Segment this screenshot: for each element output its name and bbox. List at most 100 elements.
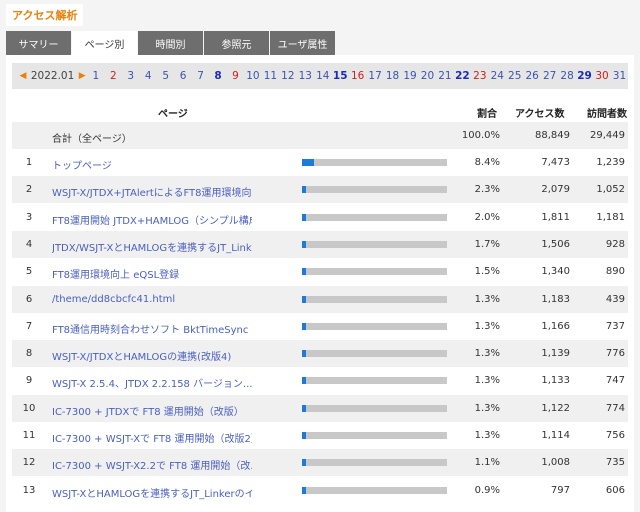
tab-by-page[interactable]: ページ別 — [72, 31, 137, 55]
row-visitors: 439 — [605, 293, 625, 305]
ratio-bar-fill — [302, 432, 307, 439]
ratio-bar — [302, 268, 447, 276]
row-visitors: 1,052 — [596, 184, 625, 196]
day-link-15[interactable]: 15 — [331, 70, 348, 82]
ratio-bar-fill — [302, 486, 307, 494]
tab-summary[interactable]: サマリー — [6, 31, 71, 55]
day-link-2[interactable]: 2 — [105, 70, 122, 82]
day-link-9[interactable]: 9 — [227, 70, 244, 82]
day-link-22[interactable]: 22 — [454, 70, 471, 82]
day-selector: ◀ 2022.01 ▶ 1 2 3 4 5 6 7 8 9 10 11 12 13 14 15 16 17 18 1… — [12, 63, 628, 89]
page-link[interactable]: IC-7300 + WSJT-Xで FT8 運用開始（改版2） — [52, 430, 252, 445]
day-link-27[interactable]: 27 — [541, 70, 558, 82]
row-visitors: 737 — [605, 320, 625, 332]
day-link-30[interactable]: 30 — [593, 70, 610, 82]
day-link-3[interactable]: 3 — [122, 70, 139, 82]
page-link[interactable]: IC-7300 + WSJT-X2.2で FT8 運用開始（改... — [52, 457, 252, 472]
row-ratio: 1.3% — [474, 320, 500, 332]
row-rank: 1 — [25, 157, 33, 168]
day-link-10[interactable]: 10 — [244, 70, 261, 82]
row-visitors: 735 — [605, 457, 625, 469]
row-access: 1,139 — [541, 348, 570, 360]
day-link-16[interactable]: 16 — [349, 70, 366, 82]
prev-month-arrow-icon[interactable]: ◀ — [18, 71, 28, 81]
ratio-bar-fill — [302, 186, 307, 194]
table-row: 12 IC-7300 + WSJT-X2.2で FT8 運用開始（改... 1.1%… — [12, 449, 628, 477]
day-link-20[interactable]: 20 — [419, 70, 436, 82]
page-link[interactable]: FT8通信用時刻合わせソフト BktTimeSync ... — [52, 321, 252, 336]
ratio-bar-fill — [302, 295, 307, 303]
day-link-12[interactable]: 12 — [279, 70, 296, 82]
table-row: 7 FT8通信用時刻合わせソフト BktTimeSync ... 1.3% 1,166… — [12, 313, 628, 340]
page-link[interactable]: /theme/dd8cbcfc41.html — [52, 294, 252, 305]
day-link-26[interactable]: 26 — [523, 70, 540, 82]
row-visitors: 756 — [605, 430, 625, 441]
page-title-box: アクセス解析 — [6, 4, 84, 26]
tab-user-attributes[interactable]: ユーザ属性 — [270, 31, 335, 55]
day-link-28[interactable]: 28 — [558, 70, 575, 82]
next-month-arrow-icon[interactable]: ▶ — [77, 71, 87, 81]
page-link[interactable]: FT8運用開始 JTDX+HAMLOG（シンプル構成 ... — [52, 212, 252, 227]
row-access: 1,133 — [541, 375, 570, 387]
page-link[interactable]: WSJT-X/JTDX+JTAlertによるFT8運用環境向... — [52, 184, 252, 199]
page-link[interactable]: FT8運用環境向上 eQSL登録 — [52, 266, 252, 281]
day-link-5[interactable]: 5 — [157, 70, 174, 82]
row-access: 1,506 — [541, 238, 570, 250]
tab-referrer[interactable]: 参照元 — [204, 31, 269, 55]
page-link[interactable]: JTDX/WSJT-XとHAMLOGを連携するJT_Linker... — [52, 239, 252, 254]
day-link-17[interactable]: 17 — [366, 70, 383, 82]
ratio-bar — [302, 159, 447, 166]
day-link-14[interactable]: 14 — [314, 70, 331, 82]
day-link-31[interactable]: 31 — [611, 70, 628, 82]
row-rank: 5 — [25, 266, 33, 278]
day-link-1[interactable]: 1 — [87, 70, 104, 82]
row-ratio: 1.3% — [474, 375, 500, 387]
day-link-11[interactable]: 11 — [262, 70, 279, 82]
page-link[interactable]: IC-7300 + JTDXで FT8 運用開始（改版） — [52, 403, 252, 418]
page-link[interactable]: トップページ — [52, 157, 252, 172]
ratio-bar — [302, 240, 447, 248]
row-access: 1,183 — [541, 293, 570, 305]
page-link[interactable]: WSJT-XとHAMLOGを連携するJT_Linkerのイ... — [52, 485, 252, 500]
day-link-21[interactable]: 21 — [436, 70, 453, 82]
table-row: 4 JTDX/WSJT-XとHAMLOGを連携するJT_Linker... 1.7%… — [12, 230, 628, 258]
page-link[interactable]: WSJT-X 2.5.4、JTDX 2.2.158 バージョン... — [52, 375, 252, 390]
row-ratio: 1.1% — [474, 457, 500, 469]
total-visitors: 29,449 — [590, 130, 625, 141]
table-row: 10 IC-7300 + JTDXで FT8 運用開始（改版） 1.3% 1,122 7… — [12, 394, 628, 422]
day-link-13[interactable]: 13 — [297, 70, 314, 82]
day-link-24[interactable]: 24 — [489, 70, 506, 82]
ratio-bar — [302, 213, 447, 221]
day-link-8[interactable]: 8 — [209, 70, 226, 82]
tab-by-time[interactable]: 時間別 — [138, 31, 203, 55]
row-rank: 3 — [25, 211, 33, 223]
row-visitors: 890 — [605, 266, 625, 278]
column-header-page: ページ — [158, 109, 188, 120]
day-link-18[interactable]: 18 — [384, 70, 401, 82]
row-ratio: 2.3% — [474, 184, 500, 196]
ratio-bar-fill — [302, 213, 307, 221]
row-access: 1,340 — [541, 266, 570, 278]
page-link[interactable]: WSJT-X/JTDXとHAMLOGの連携(改版4) — [52, 348, 252, 363]
day-link-23[interactable]: 23 — [471, 70, 488, 82]
day-link-6[interactable]: 6 — [174, 70, 191, 82]
ratio-bar-fill — [302, 240, 307, 248]
row-visitors: 747 — [605, 375, 625, 387]
row-visitors: 776 — [605, 348, 625, 360]
row-visitors: 606 — [605, 484, 625, 496]
column-header-visitors: 訪問者数 — [587, 109, 627, 120]
row-ratio: 1.3% — [474, 293, 500, 305]
ratio-bar-fill — [302, 268, 307, 276]
row-visitors: 1,239 — [596, 157, 625, 168]
table-row: 2 WSJT-X/JTDX+JTAlertによるFT8運用環境向... 2.3% 2,… — [12, 176, 628, 204]
row-visitors: 774 — [605, 402, 625, 414]
day-link-29[interactable]: 29 — [576, 70, 593, 82]
day-link-19[interactable]: 19 — [401, 70, 418, 82]
content-panel: ◀ 2022.01 ▶ 1 2 3 4 5 6 7 8 9 10 11 12 13 14 15 16 17 18 1… — [6, 55, 634, 512]
row-rank: 7 — [25, 320, 33, 332]
day-link-25[interactable]: 25 — [506, 70, 523, 82]
day-link-4[interactable]: 4 — [140, 70, 157, 82]
table-row: 3 FT8運用開始 JTDX+HAMLOG（シンプル構成 ... 2.0% 1,811… — [12, 204, 628, 231]
row-ratio: 0.9% — [474, 484, 500, 496]
day-link-7[interactable]: 7 — [192, 70, 209, 82]
